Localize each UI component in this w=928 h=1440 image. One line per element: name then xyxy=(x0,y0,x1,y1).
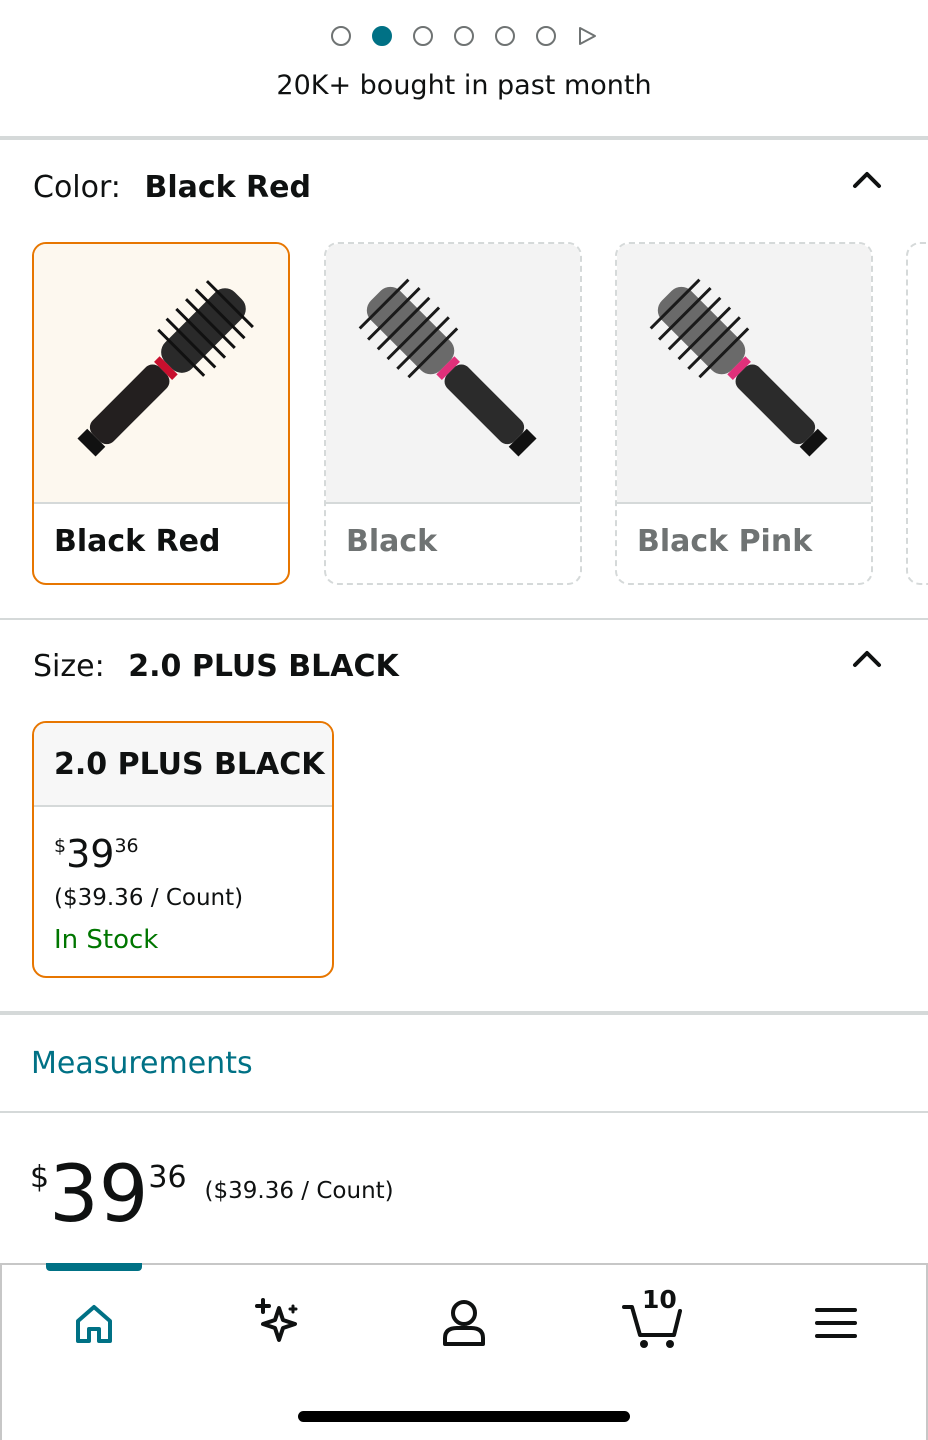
nav-home[interactable] xyxy=(64,1293,124,1353)
size-option-card[interactable]: 2.0 PLUS BLACK $3936 ($39.36 / Count) In… xyxy=(32,721,334,978)
color-selected-value: Black Red xyxy=(144,170,311,205)
size-option-name: 2.0 PLUS BLACK xyxy=(34,723,332,807)
carousel-dot[interactable] xyxy=(454,26,474,46)
nav-account[interactable] xyxy=(434,1293,494,1353)
product-thumbnail xyxy=(34,244,288,502)
color-label: Color: xyxy=(33,170,121,205)
home-icon xyxy=(76,1305,112,1343)
size-option-price: $3936 xyxy=(54,835,139,873)
cart-count-badge: 10 xyxy=(642,1285,677,1314)
chevron-up-icon[interactable] xyxy=(850,162,884,196)
swatch-label: Black Pink xyxy=(637,524,813,559)
product-thumbnail xyxy=(326,244,580,502)
availability-status: In Stock xyxy=(54,925,159,955)
product-price: $ 39 36 ($39.36 / Count) xyxy=(30,1156,394,1234)
price-currency: $ xyxy=(54,835,67,857)
color-swatch-black-red[interactable]: Black Red xyxy=(32,242,290,585)
swatch-label: Black xyxy=(346,524,438,559)
carousel-dot[interactable] xyxy=(413,26,433,46)
section-divider xyxy=(0,618,928,620)
swatch-divider xyxy=(34,502,288,504)
size-selector-header: Size: 2.0 PLUS BLACK xyxy=(33,649,399,684)
swatch-divider xyxy=(617,502,871,504)
carousel-dot[interactable] xyxy=(495,26,515,46)
sparkle-icon xyxy=(255,1298,298,1342)
color-swatch-partial[interactable] xyxy=(906,242,928,585)
price-whole: 39 xyxy=(66,832,115,876)
menu-icon xyxy=(815,1308,857,1338)
account-icon xyxy=(443,1300,485,1346)
swatch-divider xyxy=(326,502,580,504)
price-fraction: 36 xyxy=(148,1160,187,1195)
home-indicator-bar[interactable] xyxy=(298,1411,630,1422)
color-swatch-black-pink[interactable]: Black Pink xyxy=(615,242,873,585)
price-currency: $ xyxy=(30,1160,50,1195)
nav-menu[interactable] xyxy=(806,1293,866,1353)
hair-dryer-brush-image xyxy=(649,278,828,457)
image-carousel-indicator xyxy=(0,26,928,46)
hair-dryer-brush-image xyxy=(358,278,537,457)
size-selected-value: 2.0 PLUS BLACK xyxy=(128,649,399,684)
size-label: Size: xyxy=(33,649,105,684)
color-selector-header: Color: Black Red xyxy=(33,170,311,205)
price-fraction: 36 xyxy=(114,835,139,857)
color-swatch-black[interactable]: Black xyxy=(324,242,582,585)
bought-in-past-month: 20K+ bought in past month xyxy=(276,70,652,101)
size-option-unit-price: ($39.36 / Count) xyxy=(54,885,244,911)
carousel-dot[interactable] xyxy=(536,26,556,46)
measurements-link[interactable]: Measurements xyxy=(31,1046,253,1081)
video-play-icon[interactable] xyxy=(577,26,597,46)
section-divider xyxy=(0,136,928,140)
product-thumbnail xyxy=(617,244,871,502)
swatch-label: Black Red xyxy=(54,524,221,559)
price-whole: 39 xyxy=(49,1150,149,1240)
active-tab-indicator xyxy=(46,1263,142,1271)
chevron-up-icon[interactable] xyxy=(850,641,884,675)
nav-rufus[interactable] xyxy=(248,1293,308,1353)
unit-price: ($39.36 / Count) xyxy=(204,1178,394,1204)
hair-dryer-brush-image xyxy=(77,280,254,457)
section-divider xyxy=(0,1111,928,1113)
carousel-dot-active[interactable] xyxy=(372,26,392,46)
carousel-dot[interactable] xyxy=(331,26,351,46)
section-divider xyxy=(0,1011,928,1015)
